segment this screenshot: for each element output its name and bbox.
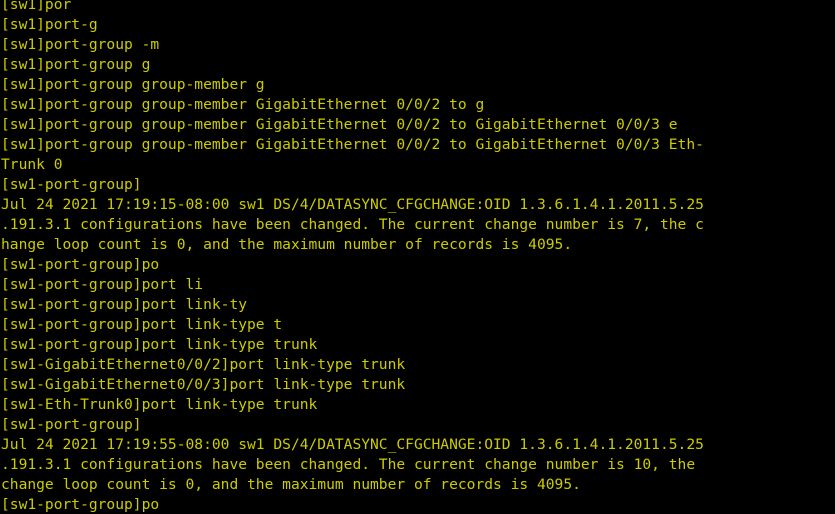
terminal-line: [sw1-port-group]port li xyxy=(1,276,204,293)
terminal-screen-buffer[interactable]: [sw1]por [sw1]port-g [sw1]port-group -m … xyxy=(1,0,835,514)
terminal-line: [sw1-port-group]port link-ty xyxy=(1,296,248,313)
terminal-log-line: .191.3.1 configurations have been change… xyxy=(1,216,704,233)
terminal-line: [sw1-GigabitEthernet0/0/3]port link-type… xyxy=(1,376,406,393)
terminal-log-line: change loop count is 0, and the maximum … xyxy=(1,476,581,493)
terminal-line: [sw1]port-group group-member GigabitEthe… xyxy=(1,116,678,133)
terminal-line: [sw1-port-group]port link-type t xyxy=(1,316,283,333)
terminal-line: [sw1-port-group]po xyxy=(1,256,160,273)
terminal-line: [sw1-port-group] xyxy=(1,416,142,433)
terminal-line: [sw1]port-group group-member GigabitEthe… xyxy=(1,96,485,113)
terminal-log-line: Jul 24 2021 17:19:55-08:00 sw1 DS/4/DATA… xyxy=(1,436,704,453)
terminal-line: [sw1]port-group -m xyxy=(1,36,160,53)
terminal-line: [sw1-Eth-Trunk0]port link-type trunk xyxy=(1,396,318,413)
terminal-log-line: .191.3.1 configurations have been change… xyxy=(1,456,696,473)
terminal-line: [sw1-port-group]port link-type trunk xyxy=(1,336,318,353)
terminal-window[interactable]: [sw1]por [sw1]port-g [sw1]port-group -m … xyxy=(0,0,835,514)
terminal-log-line: hange loop count is 0, and the maximum n… xyxy=(1,236,573,253)
terminal-active-prompt-line[interactable]: [sw1-port-group]po xyxy=(1,495,835,514)
terminal-line: [sw1]port-g xyxy=(1,16,98,33)
terminal-line: Trunk 0 xyxy=(1,156,63,173)
terminal-log-line: Jul 24 2021 17:19:15-08:00 sw1 DS/4/DATA… xyxy=(1,196,704,213)
terminal-line: [sw1]por xyxy=(1,0,72,13)
terminal-line: [sw1]port-group group-member GigabitEthe… xyxy=(1,136,704,153)
terminal-line: [sw1]port-group group-member g xyxy=(1,76,265,93)
terminal-line: [sw1-GigabitEthernet0/0/2]port link-type… xyxy=(1,356,406,373)
terminal-line: [sw1-port-group] xyxy=(1,176,142,193)
terminal-line: [sw1]port-group g xyxy=(1,56,151,73)
